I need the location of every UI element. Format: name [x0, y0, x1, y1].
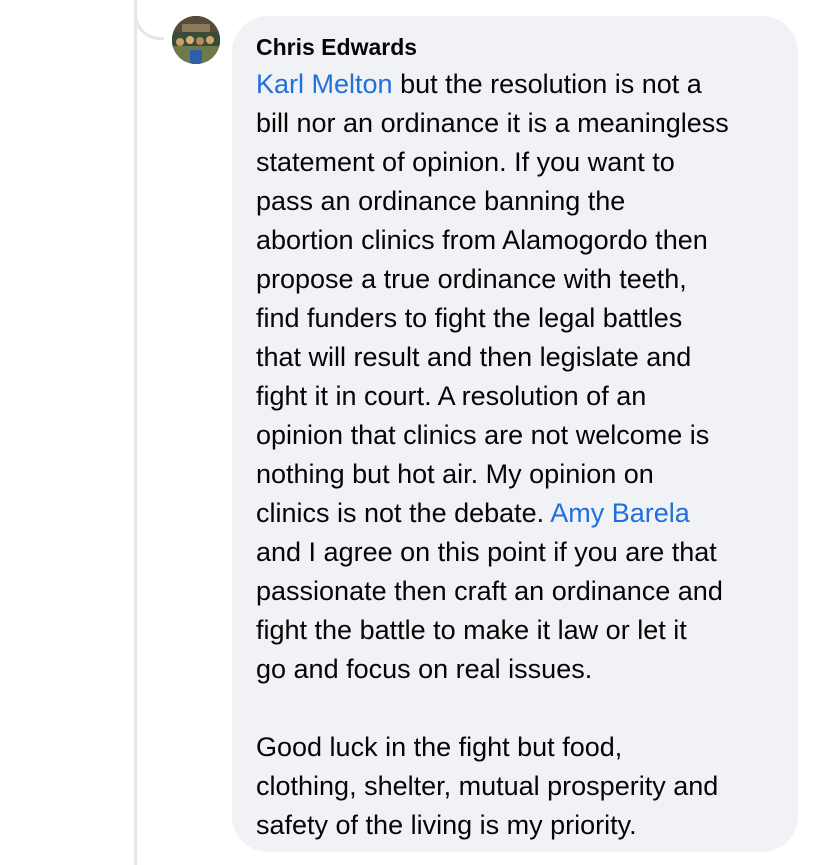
profile-photo-icon	[172, 16, 220, 64]
comment-line: abortion clinics from Alamogordo then	[256, 225, 708, 255]
comment-line: nothing but hot air. My opinion on	[256, 459, 654, 489]
comment-line: and I agree on this point if you are tha…	[256, 537, 717, 567]
avatar[interactable]	[172, 16, 220, 64]
mention-link[interactable]: Karl Melton	[256, 69, 393, 99]
paragraph-break	[256, 689, 776, 728]
comment-line: clinics is not the debate. Amy Barela	[256, 498, 690, 528]
comment-line: propose a true ordinance with teeth,	[256, 264, 687, 294]
comment-line: opinion that clinics are not welcome is	[256, 420, 710, 450]
mention-link[interactable]: Amy Barela	[550, 498, 690, 528]
comment-author-name[interactable]: Chris Edwards	[256, 31, 776, 63]
comment-line: clothing, shelter, mutual prosperity and	[256, 771, 719, 801]
comment-line: fight it in court. A resolution of an	[256, 381, 647, 411]
comment-line: fight the battle to make it law or let i…	[256, 615, 687, 645]
comment-bubble: Chris Edwards Karl Melton but the resolu…	[232, 16, 798, 852]
comment-line: that will result and then legislate and	[256, 342, 692, 372]
reply-thread-line	[134, 0, 137, 865]
comment-line: Good luck in the fight but food,	[256, 732, 623, 762]
comment-body: Karl Melton but the resolution is not a …	[256, 65, 776, 845]
reply-thread-connector	[134, 0, 164, 40]
comment-line: Karl Melton but the resolution is not a	[256, 69, 702, 99]
comment-line: passionate then craft an ordinance and	[256, 576, 723, 606]
comment-line: go and focus on real issues.	[256, 654, 593, 684]
comment-line: safety of the living is my priority.	[256, 810, 637, 840]
comment-line: bill nor an ordinance it is a meaningles…	[256, 108, 729, 138]
comment-line: find funders to fight the legal battles	[256, 303, 683, 333]
comment-line: statement of opinion. If you want to	[256, 147, 675, 177]
comment-line: pass an ordinance banning the	[256, 186, 626, 216]
